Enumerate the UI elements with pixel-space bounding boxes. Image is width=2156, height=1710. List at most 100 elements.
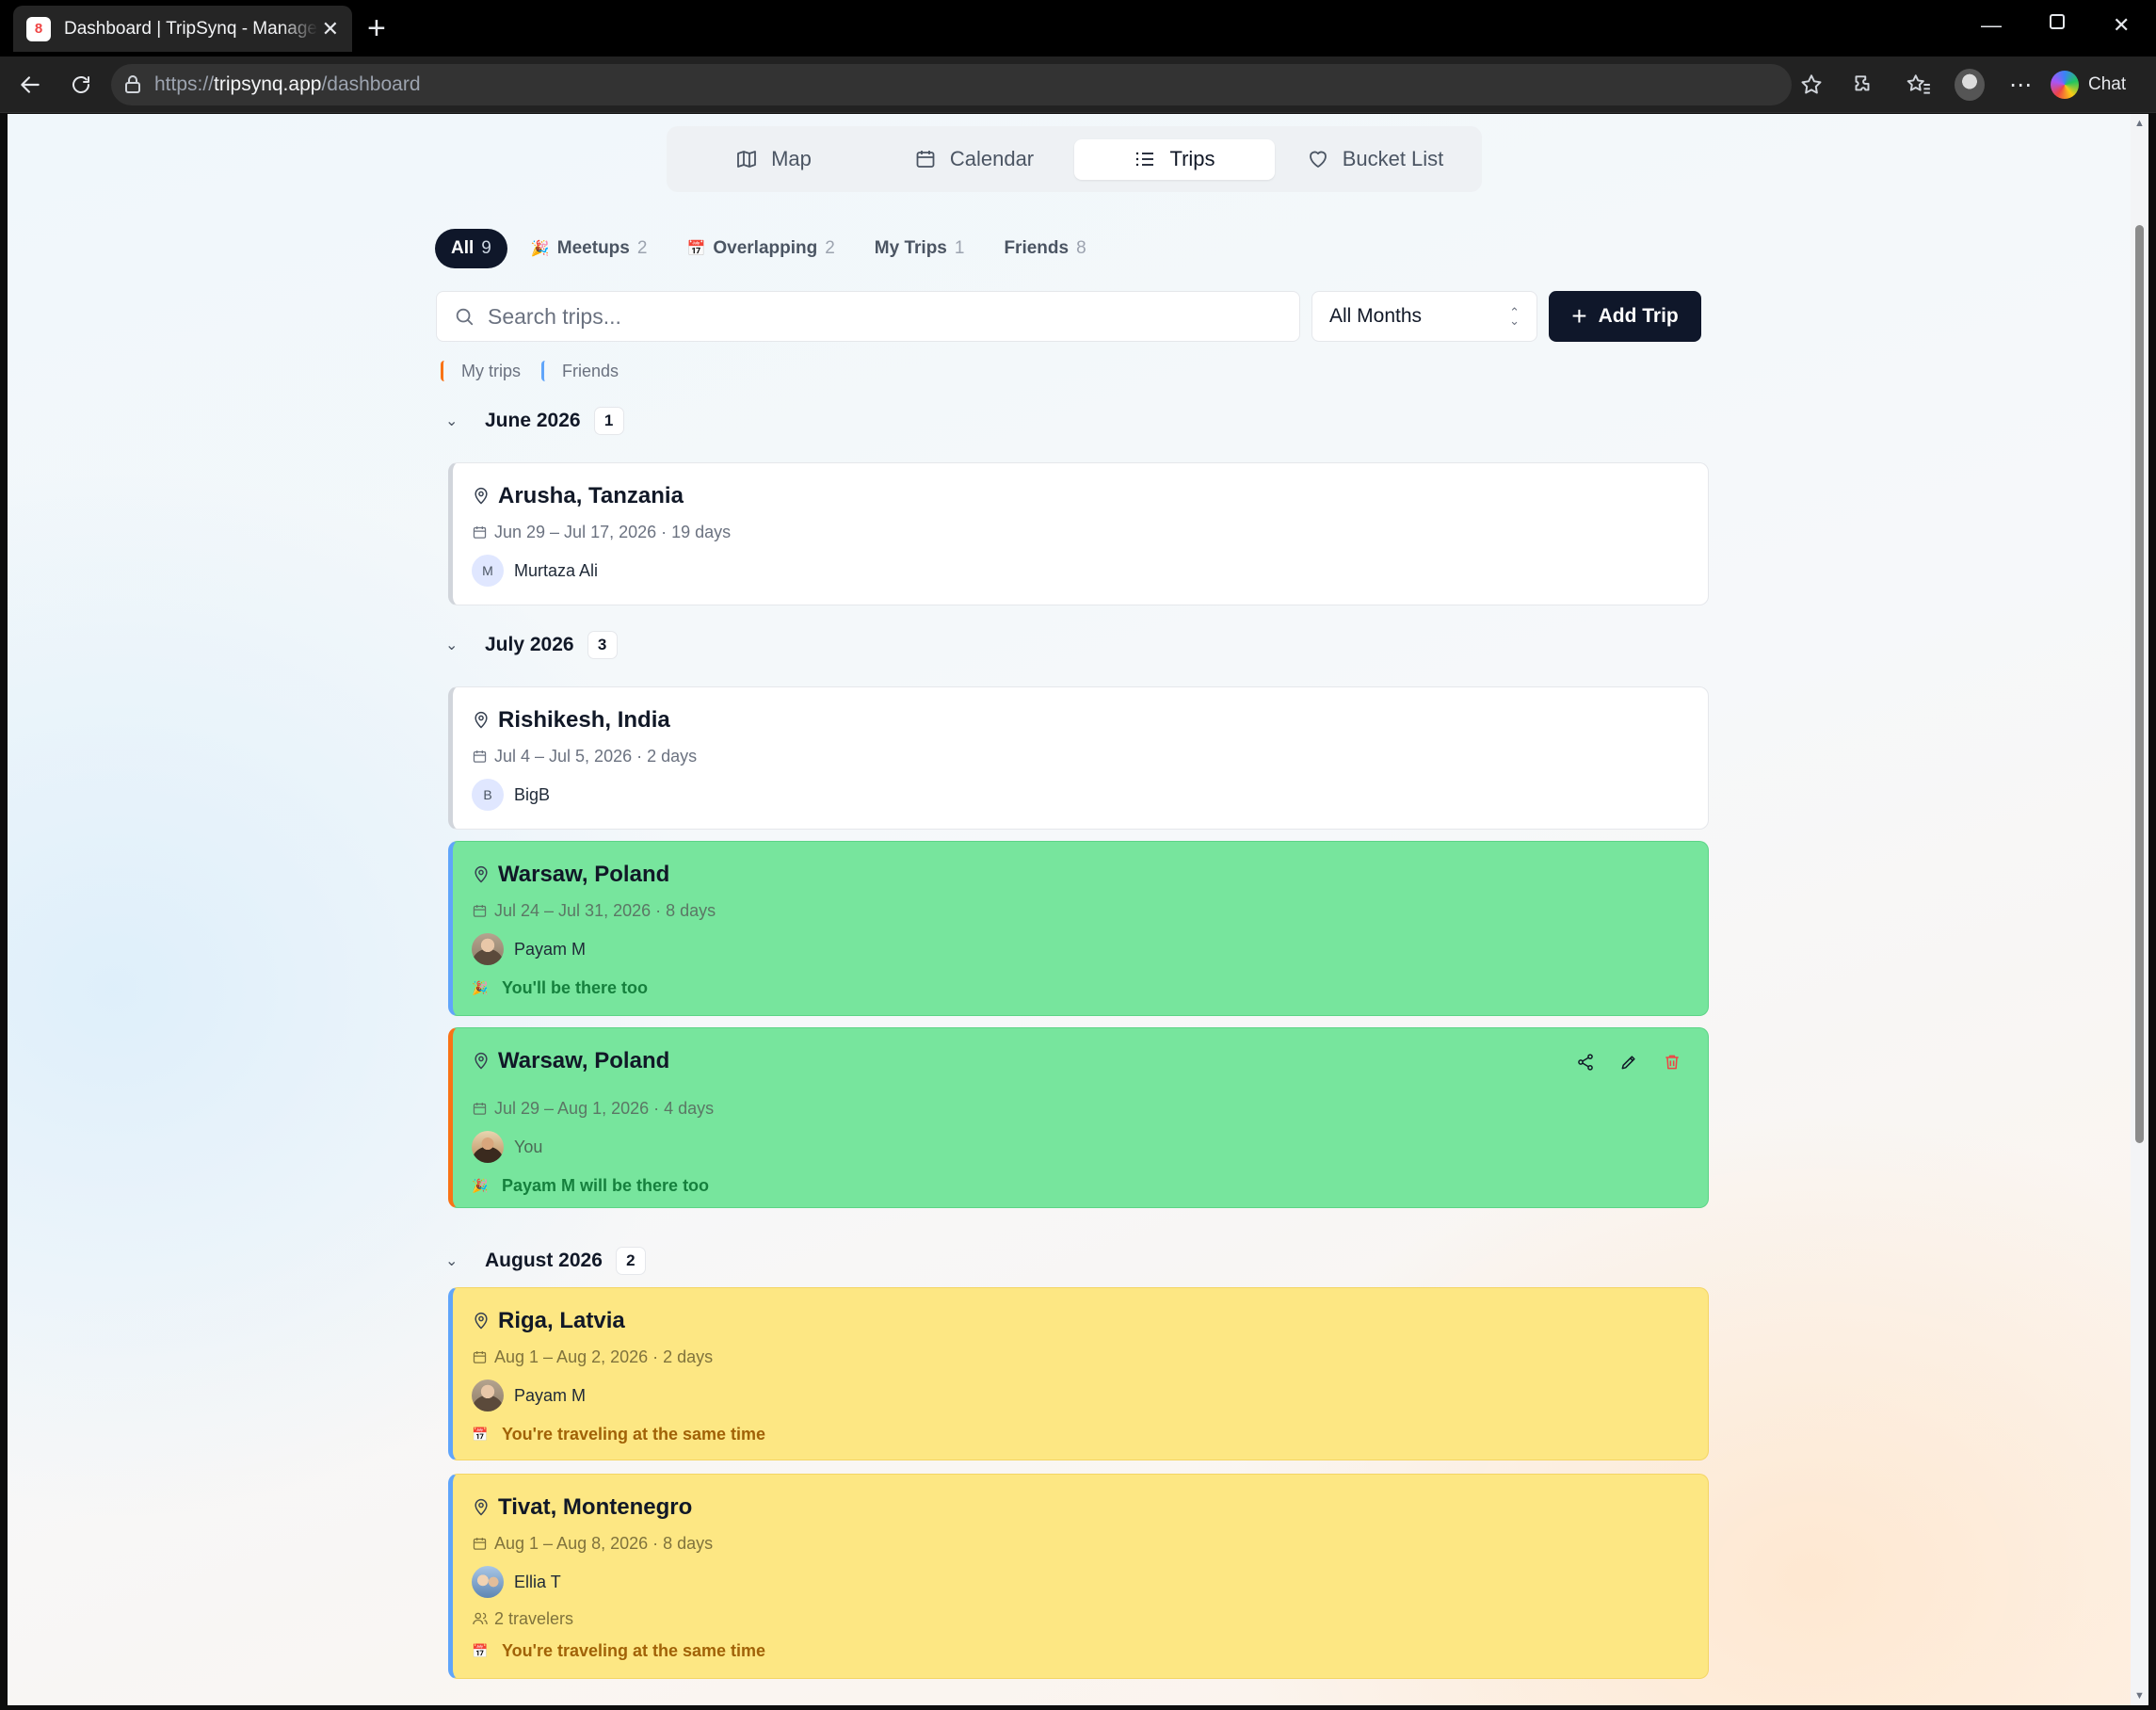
- map-pin-icon: [475, 1052, 488, 1070]
- filter-my-trips[interactable]: My Trips 1: [859, 229, 981, 268]
- tab-map[interactable]: Map: [673, 139, 874, 180]
- trip-owner: Payam M: [472, 933, 1708, 965]
- avatar: [472, 1379, 504, 1412]
- minimize-icon[interactable]: —: [1981, 13, 2002, 38]
- chevron-down-icon: ⌄: [445, 413, 459, 429]
- overlap-note: 📅 You're traveling at the same time: [472, 1424, 766, 1444]
- legend-my-trips: My trips: [441, 361, 521, 381]
- extensions-icon[interactable]: [1847, 70, 1877, 100]
- back-icon[interactable]: [15, 70, 45, 100]
- chevron-down-icon: ⌄: [445, 1253, 459, 1269]
- copilot-icon: [2051, 71, 2079, 99]
- group-header-july-2026[interactable]: ⌄ July 2026 3: [445, 631, 618, 659]
- trip-owner: Payam M: [472, 1379, 1708, 1412]
- list-icon: [1136, 152, 1154, 167]
- month-select[interactable]: All Months ⌃ ⌄: [1311, 291, 1537, 342]
- chevron-down-icon: ⌄: [445, 637, 459, 653]
- map-pin-icon: [475, 865, 488, 883]
- search-input[interactable]: [488, 303, 1260, 330]
- edit-pencil-icon[interactable]: [1619, 1053, 1638, 1072]
- trip-location: Arusha, Tanzania: [472, 482, 1708, 510]
- share-icon[interactable]: [1576, 1053, 1595, 1072]
- more-options-icon[interactable]: ⋯: [2005, 70, 2035, 100]
- users-icon: [473, 1612, 488, 1625]
- search-icon: [456, 308, 474, 326]
- view-switcher: Map Calendar Trips Bucket List: [667, 126, 1482, 192]
- group-header-june-2026[interactable]: ⌄ June 2026 1: [445, 407, 624, 435]
- tab-bucket-list[interactable]: Bucket List: [1275, 139, 1475, 180]
- filter-overlapping[interactable]: 📅 Overlapping 2: [670, 229, 850, 268]
- trip-card[interactable]: Rishikesh, India Jul 4 – Jul 5, 2026 · 2…: [448, 686, 1709, 830]
- trip-location: Tivat, Montenegro: [472, 1493, 1708, 1522]
- trip-dates: Jul 4 – Jul 5, 2026 · 2 days: [472, 745, 1708, 767]
- meetup-note: 🎉 You'll be there too: [472, 977, 648, 997]
- lock-icon: [125, 75, 140, 93]
- favorites-icon[interactable]: [1904, 70, 1934, 100]
- trip-dates: Aug 1 – Aug 2, 2026 · 2 days: [472, 1346, 1708, 1368]
- trip-card[interactable]: Arusha, Tanzania Jun 29 – Jul 17, 2026 ·…: [448, 462, 1709, 605]
- group-header-august-2026[interactable]: ⌄ August 2026 2: [445, 1247, 646, 1275]
- trip-card-meetup[interactable]: Warsaw, Poland Jul 24 – Jul 31, 2026 · 8…: [448, 841, 1709, 1016]
- group-count-badge: 3: [587, 631, 618, 659]
- scroll-down-icon[interactable]: ▼: [2134, 1690, 2145, 1702]
- trip-card-overlap[interactable]: Tivat, Montenegro Aug 1 – Aug 8, 2026 · …: [448, 1474, 1709, 1679]
- calendar-icon: [473, 750, 487, 763]
- trip-dates: Jun 29 – Jul 17, 2026 · 19 days: [472, 521, 1708, 543]
- browser-tab[interactable]: 8 Dashboard | TripSynq - Manage Your Tri…: [13, 6, 352, 52]
- calendar-emoji-icon: 📅: [472, 1426, 489, 1442]
- tab-trips[interactable]: Trips: [1074, 138, 1275, 180]
- copilot-chat-button[interactable]: Chat: [2051, 66, 2126, 104]
- add-trip-button[interactable]: + Add Trip: [1549, 291, 1701, 342]
- trip-actions: [1576, 1053, 1681, 1072]
- browser-toolbar: https://tripsynq.app/dashboard ⋯ Chat: [0, 56, 2156, 113]
- scrollbar-thumb[interactable]: [2135, 225, 2144, 1143]
- calendar-icon: [473, 1102, 487, 1115]
- party-popper-icon: 🎉: [530, 241, 550, 257]
- new-tab-icon[interactable]: +: [367, 9, 386, 47]
- calendar-icon: [473, 1537, 487, 1550]
- page-scrollbar[interactable]: ▲ ▼: [2131, 114, 2148, 1705]
- trip-owner: B BigB: [472, 779, 1708, 811]
- legend-friends: Friends: [541, 361, 619, 381]
- blue-marker: [541, 361, 545, 381]
- map-pin-icon: [475, 1312, 488, 1330]
- avatar: [472, 933, 504, 965]
- filter-meetups[interactable]: 🎉 Meetups 2: [515, 229, 664, 268]
- color-legend: My trips Friends: [441, 361, 639, 381]
- favorite-star-icon[interactable]: [1796, 70, 1826, 100]
- avatar: [472, 1566, 504, 1598]
- scroll-up-icon[interactable]: ▲: [2134, 118, 2145, 129]
- search-box: [436, 291, 1300, 342]
- profile-avatar-icon[interactable]: [1955, 69, 1985, 101]
- tab-calendar[interactable]: Calendar: [874, 139, 1074, 180]
- group-count-badge: 2: [615, 1247, 646, 1275]
- chevron-up-down-icon: ⌃ ⌄: [1509, 305, 1520, 328]
- traveler-count: 2 travelers: [472, 1607, 1708, 1630]
- overlap-note: 📅 You're traveling at the same time: [472, 1640, 766, 1660]
- trip-card-mine[interactable]: Warsaw, Poland Jul 29 – Aug 1, 2026 · 4 …: [448, 1027, 1709, 1208]
- avatar: B: [472, 779, 504, 811]
- heart-icon: [1309, 151, 1327, 168]
- close-window-icon[interactable]: ✕: [2113, 13, 2130, 38]
- trash-icon[interactable]: [1663, 1053, 1681, 1072]
- filter-all[interactable]: All 9: [435, 229, 507, 268]
- address-bar[interactable]: https://tripsynq.app/dashboard: [111, 64, 1792, 105]
- trip-owner: You: [472, 1131, 1708, 1163]
- trip-location: Warsaw, Poland: [472, 861, 1708, 889]
- tripsynq-favicon-icon: 8: [26, 16, 51, 41]
- trip-dates: Jul 24 – Jul 31, 2026 · 8 days: [472, 899, 1708, 922]
- reload-icon[interactable]: [66, 70, 96, 100]
- calendar-icon: [473, 1350, 487, 1363]
- avatar: M: [472, 555, 504, 587]
- maximize-icon[interactable]: [2049, 11, 2066, 36]
- map-icon: [737, 151, 756, 168]
- close-tab-icon[interactable]: ✕: [322, 17, 339, 41]
- trip-location: Rishikesh, India: [472, 706, 1708, 734]
- avatar: [472, 1131, 504, 1163]
- party-popper-icon: 🎉: [472, 979, 489, 995]
- url-text: https://tripsynq.app/dashboard: [154, 73, 421, 95]
- trip-card-overlap[interactable]: Riga, Latvia Aug 1 – Aug 2, 2026 · 2 day…: [448, 1287, 1709, 1460]
- map-pin-icon: [475, 1498, 488, 1516]
- calendar-emoji-icon: 📅: [472, 1642, 489, 1658]
- filter-friends[interactable]: Friends 8: [988, 229, 1102, 268]
